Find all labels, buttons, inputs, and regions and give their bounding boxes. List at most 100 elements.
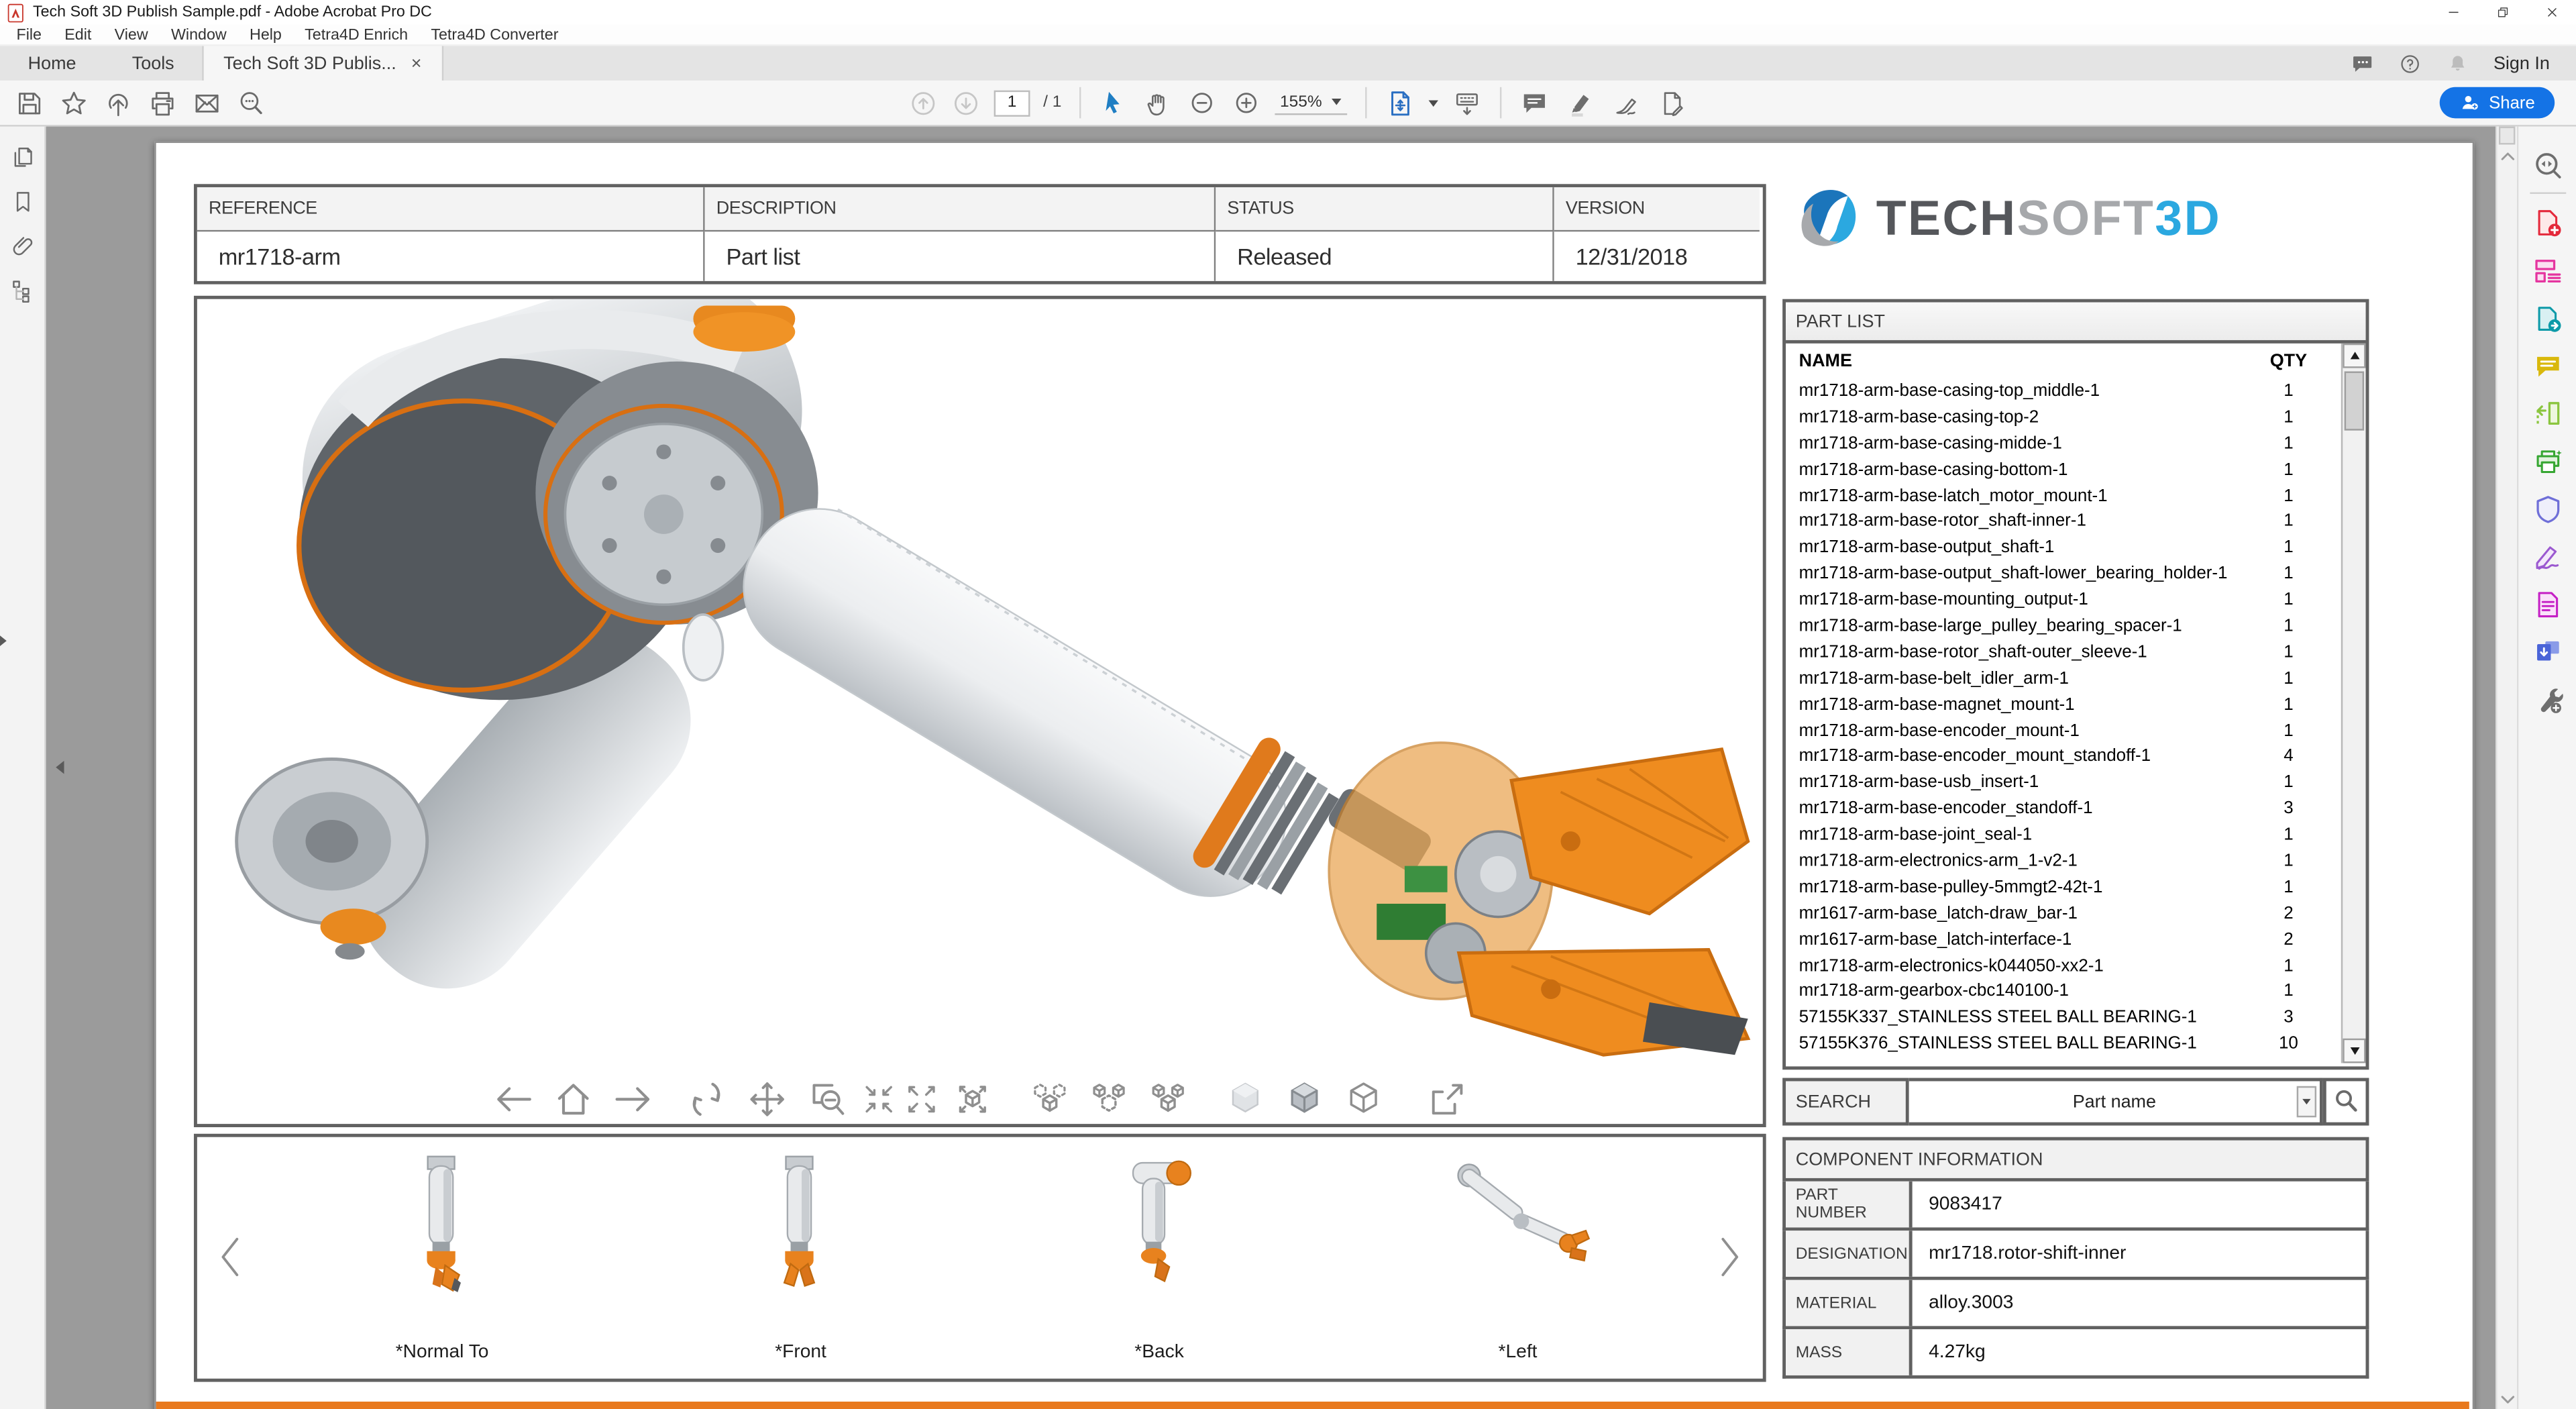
- table-row[interactable]: mr1718-arm-base-encoder_standoff-13: [1786, 796, 2365, 822]
- scroll-up-button[interactable]: [2343, 344, 2365, 368]
- share-upload-icon[interactable]: [103, 88, 133, 117]
- menu-edit[interactable]: Edit: [53, 25, 103, 44]
- part-list-scrollbar[interactable]: [2341, 344, 2366, 1063]
- organize-pages-icon[interactable]: [2531, 254, 2564, 286]
- views-hide-icon[interactable]: [1087, 1078, 1130, 1121]
- carousel-next-icon[interactable]: [1719, 1236, 1741, 1279]
- table-row[interactable]: mr1718-arm-base-casing-top-21: [1786, 404, 2365, 430]
- table-row[interactable]: mr1718-arm-electronics-arm_1-v2-11: [1786, 848, 2365, 874]
- scroll-mode-icon[interactable]: [1452, 88, 1481, 117]
- previous-page-icon[interactable]: [908, 88, 938, 117]
- tab-tools[interactable]: Tools: [104, 46, 202, 81]
- print-production-icon[interactable]: [2531, 444, 2564, 477]
- render-shaded-icon[interactable]: [1282, 1078, 1325, 1121]
- table-row[interactable]: mr1718-arm-base-mounting_output-11: [1786, 587, 2365, 613]
- arrows-in-1-icon[interactable]: [859, 1080, 898, 1119]
- search-field-caret[interactable]: [2297, 1086, 2316, 1118]
- table-row[interactable]: mr1718-arm-base-belt_idler_arm-11: [1786, 665, 2365, 691]
- share-button[interactable]: Share: [2440, 87, 2555, 119]
- restore-button[interactable]: [2477, 0, 2526, 25]
- menu-tetra4d-enrich[interactable]: Tetra4D Enrich: [293, 25, 419, 44]
- view-thumbnail-back[interactable]: *Back: [995, 1150, 1324, 1362]
- chat-icon[interactable]: [2351, 52, 2373, 74]
- view-thumbnail-normalto[interactable]: *Normal To: [278, 1150, 606, 1362]
- bookmarks-icon[interactable]: [9, 189, 35, 215]
- render-wireframe-icon[interactable]: [1342, 1078, 1385, 1121]
- render-solid-icon[interactable]: [1223, 1078, 1266, 1121]
- table-row[interactable]: mr1718-arm-base-encoder_mount_standoff-1…: [1786, 743, 2365, 770]
- table-row[interactable]: mr1718-arm-base-rotor_shaft-outer_sleeve…: [1786, 639, 2365, 665]
- tab-close-icon[interactable]: ×: [411, 54, 422, 73]
- tool-search-icon[interactable]: [2531, 149, 2564, 182]
- table-row[interactable]: mr1718-arm-base-casing-midde-11: [1786, 430, 2365, 456]
- pan-icon[interactable]: [745, 1078, 788, 1121]
- email-icon[interactable]: [193, 88, 222, 117]
- findbar-icon[interactable]: [237, 88, 266, 117]
- scroll-down-button[interactable]: [2343, 1039, 2365, 1063]
- table-row[interactable]: mr1718-arm-base-latch_motor_mount-11: [1786, 482, 2365, 509]
- prepare-form-icon[interactable]: [2531, 588, 2564, 621]
- view-thumbnail-front[interactable]: *Front: [637, 1150, 965, 1362]
- table-row[interactable]: mr1718-arm-base-casing-bottom-11: [1786, 456, 2365, 482]
- page-thumbnails-icon[interactable]: [9, 145, 35, 171]
- menu-window[interactable]: Window: [160, 25, 238, 44]
- table-row[interactable]: mr1718-arm-base-output_shaft-11: [1786, 535, 2365, 561]
- collapse-right-panel-icon[interactable]: [0, 634, 13, 647]
- collapse-left-panel-icon[interactable]: [49, 761, 64, 774]
- nav-home-icon[interactable]: [551, 1078, 594, 1121]
- table-row[interactable]: mr1617-arm-base_latch-draw_bar-12: [1786, 900, 2365, 927]
- 3d-viewport[interactable]: [194, 296, 1766, 1127]
- hand-icon[interactable]: [1144, 88, 1173, 117]
- table-row[interactable]: mr1718-arm-base-pulley-5mmgt2-42t-11: [1786, 874, 2365, 900]
- cube-extents-icon[interactable]: [951, 1078, 994, 1121]
- save-icon[interactable]: [15, 88, 44, 117]
- search-field-select[interactable]: Part name: [1909, 1078, 2323, 1126]
- star-icon[interactable]: [59, 88, 89, 117]
- note-icon[interactable]: [1519, 88, 1549, 117]
- view-thumbnail-left[interactable]: *Left: [1354, 1150, 1682, 1362]
- fill-sign-icon[interactable]: [2531, 539, 2564, 572]
- menu-view[interactable]: View: [103, 25, 160, 44]
- rotate-icon[interactable]: [684, 1078, 727, 1121]
- zoom-level-select[interactable]: 155%: [1275, 91, 1347, 114]
- table-row[interactable]: mr1718-arm-base-encoder_mount-11: [1786, 717, 2365, 743]
- table-row[interactable]: mr1718-arm-electronics-k044050-xx2-11: [1786, 952, 2365, 978]
- scrollbar-thumb[interactable]: [2499, 127, 2515, 145]
- chevron-down-icon[interactable]: [1427, 98, 1438, 108]
- zoom-window-icon[interactable]: [806, 1078, 849, 1121]
- bell-icon[interactable]: [2446, 52, 2469, 74]
- more-tools-icon[interactable]: [2531, 683, 2564, 716]
- table-row[interactable]: 57155K337_STAINLESS STEEL BALL BEARING-1…: [1786, 1004, 2365, 1031]
- pageedit-icon[interactable]: [1657, 88, 1686, 117]
- attachments-icon[interactable]: [9, 233, 35, 260]
- sign-in-button[interactable]: Sign In: [2493, 54, 2550, 73]
- scan-ocr-icon[interactable]: [2531, 397, 2564, 429]
- page-number-input[interactable]: 1: [994, 89, 1030, 115]
- nav-forward-icon[interactable]: [610, 1078, 653, 1121]
- table-row[interactable]: mr1718-arm-gearbox-cbc140100-11: [1786, 978, 2365, 1004]
- menu-help[interactable]: Help: [238, 25, 293, 44]
- views-all-icon[interactable]: [1146, 1078, 1189, 1121]
- vertical-scrollbar[interactable]: [2496, 127, 2517, 1409]
- combine-files-icon[interactable]: [2531, 635, 2564, 668]
- highlight-icon[interactable]: [1565, 88, 1595, 117]
- table-row[interactable]: mr1617-arm-base_latch-interface-12: [1786, 926, 2365, 952]
- zoom-in-icon[interactable]: [1232, 88, 1262, 117]
- create-pdf-icon[interactable]: [2531, 206, 2564, 239]
- comment-tool-icon[interactable]: [2531, 349, 2564, 382]
- 3d-model-robot-arm[interactable]: [197, 299, 1763, 1124]
- pointer-icon[interactable]: [1099, 88, 1129, 117]
- carousel-previous-icon[interactable]: [219, 1236, 241, 1279]
- next-page-icon[interactable]: [951, 88, 981, 117]
- help-icon[interactable]: [2398, 52, 2421, 74]
- table-row[interactable]: mr1718-arm-base-large_pulley_bearing_spa…: [1786, 613, 2365, 639]
- signpen-icon[interactable]: [1611, 88, 1641, 117]
- views-isolate-icon[interactable]: [1028, 1078, 1071, 1121]
- close-button[interactable]: [2527, 0, 2576, 25]
- nav-back-icon[interactable]: [492, 1078, 535, 1121]
- menu-file[interactable]: File: [5, 25, 53, 44]
- export-pdf-icon[interactable]: [2531, 301, 2564, 334]
- scroll-up-icon[interactable]: [2500, 151, 2515, 161]
- print-icon[interactable]: [148, 88, 177, 117]
- tab-home[interactable]: Home: [0, 46, 104, 81]
